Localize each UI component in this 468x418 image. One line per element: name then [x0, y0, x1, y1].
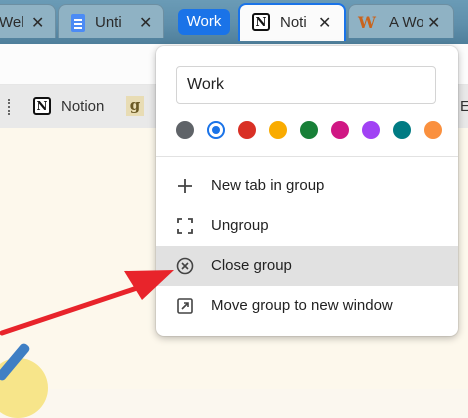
annotation-arrow-icon: [0, 270, 174, 336]
